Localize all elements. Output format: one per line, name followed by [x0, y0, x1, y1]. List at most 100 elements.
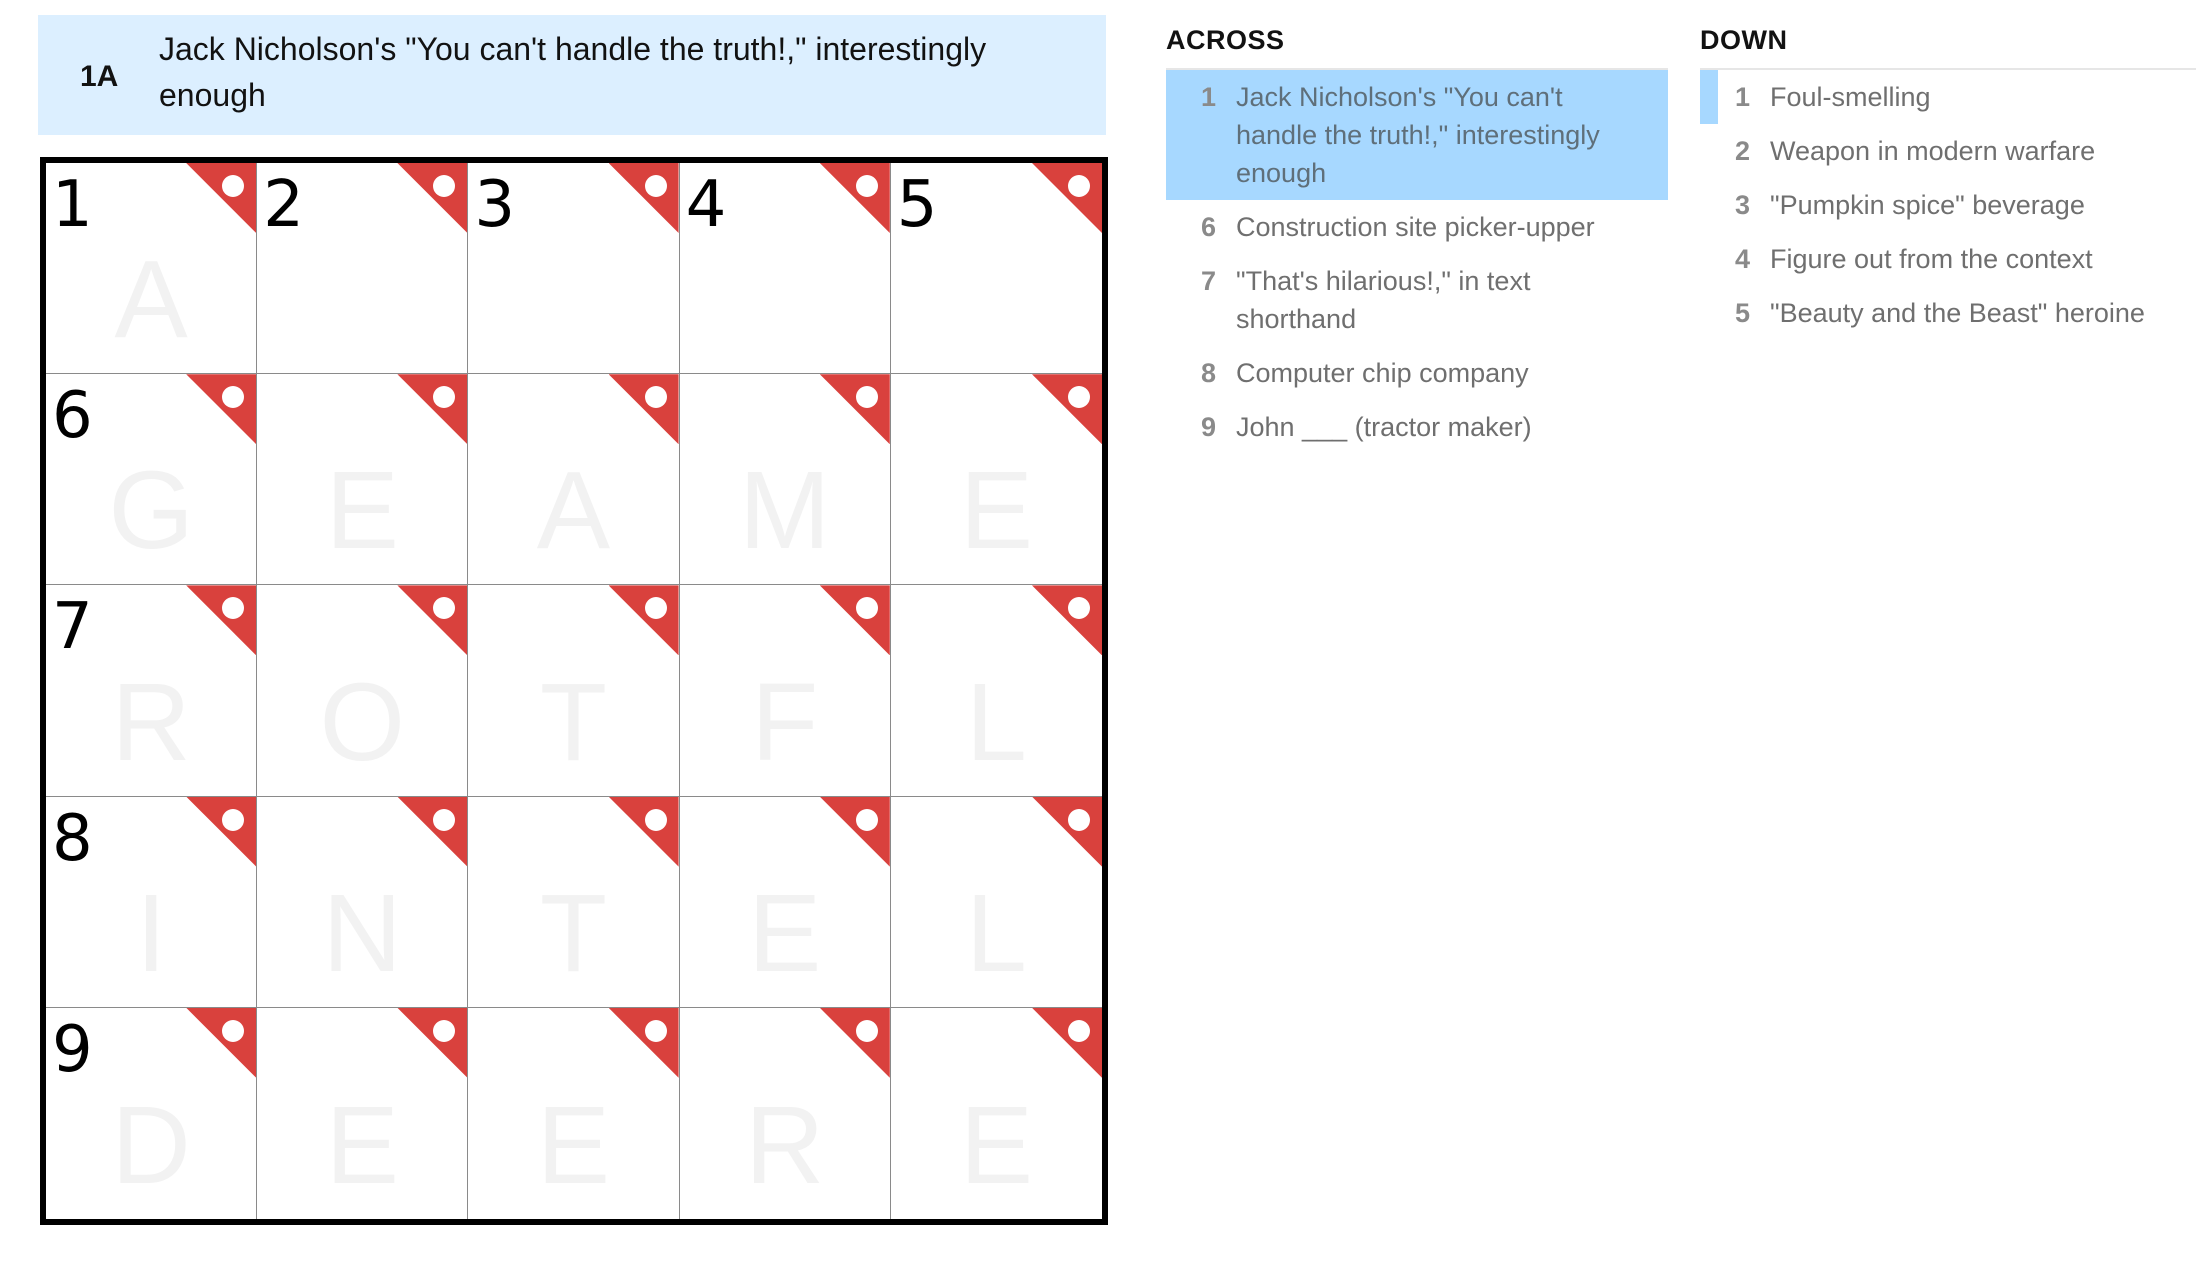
grid-cell[interactable]: 5	[890, 163, 1102, 375]
check-flag-icon	[608, 1007, 679, 1078]
grid-cell[interactable]: E	[890, 374, 1102, 586]
check-flag-icon	[186, 585, 257, 656]
flag-dot-icon	[433, 597, 456, 620]
flag-dot-icon	[433, 386, 456, 409]
down-clue-1[interactable]: 1 Foul-smelling	[1700, 70, 2196, 124]
grid-cell[interactable]: 3	[468, 163, 680, 375]
check-flag-icon	[397, 585, 468, 656]
grid-cell[interactable]: A1	[46, 163, 258, 375]
grid-cell[interactable]: D9	[46, 1007, 258, 1219]
cell-number: 1	[52, 168, 93, 242]
across-clue-1[interactable]: 1 Jack Nicholson's "You can't handle the …	[1166, 70, 1668, 200]
grid-cell[interactable]: R	[679, 1007, 891, 1219]
cell-letter: E	[959, 1083, 1034, 1207]
check-flag-icon	[186, 374, 257, 445]
flag-dot-icon	[222, 808, 245, 831]
flag-dot-icon	[644, 1019, 667, 1042]
clue-text: Construction site picker-upper	[1236, 212, 1595, 242]
grid-cell[interactable]: E	[679, 796, 891, 1008]
clue-number: 4	[1734, 244, 1750, 274]
grid-cell[interactable]: L	[890, 796, 1102, 1008]
grid-cell[interactable]: T	[468, 585, 680, 797]
check-flag-icon	[819, 1007, 890, 1078]
grid-cell[interactable]: 4	[679, 163, 891, 375]
across-clue-6[interactable]: 6 Construction site picker-upper	[1166, 200, 1668, 254]
flag-dot-icon	[644, 386, 667, 409]
across-clue-8[interactable]: 8 Computer chip company	[1166, 346, 1668, 400]
flag-dot-icon	[855, 386, 878, 409]
check-flag-icon	[397, 796, 468, 867]
grid-cell[interactable]: I8	[46, 796, 258, 1008]
check-flag-icon	[397, 1007, 468, 1078]
clue-number: 9	[1200, 412, 1216, 442]
flag-dot-icon	[222, 1019, 245, 1042]
cell-number: 9	[52, 1012, 93, 1087]
across-list-title: ACROSS	[1166, 20, 1668, 70]
grid-cell[interactable]: 2	[257, 163, 469, 375]
grid-cell[interactable]: T	[468, 796, 680, 1008]
cell-number: 8	[52, 801, 93, 876]
down-clue-5[interactable]: 5 "Beauty and the Beast" heroine	[1700, 286, 2196, 340]
grid-cell[interactable]: M	[679, 374, 891, 586]
clue-text: John ___ (tractor maker)	[1236, 412, 1532, 442]
across-clue-9[interactable]: 9 John ___ (tractor maker)	[1166, 400, 1668, 454]
clue-number: 6	[1200, 212, 1216, 242]
cell-letter: A	[114, 238, 188, 362]
check-flag-icon	[1031, 796, 1102, 867]
cell-letter: E	[748, 871, 822, 995]
check-flag-icon	[186, 796, 257, 867]
grid-cell[interactable]: O	[257, 585, 469, 797]
clue-number: 8	[1200, 358, 1216, 388]
cell-letter: E	[959, 449, 1034, 573]
cell-number: 3	[474, 168, 516, 242]
grid-cell[interactable]: L	[890, 585, 1102, 797]
cell-letter: E	[536, 1083, 611, 1207]
check-flag-icon	[608, 796, 679, 867]
grid-cell[interactable]: G6	[46, 374, 258, 586]
flag-dot-icon	[433, 175, 456, 197]
check-flag-icon	[397, 163, 468, 233]
cell-letter: L	[965, 871, 1027, 995]
down-clue-3[interactable]: 3 "Pumpkin spice" beverage	[1700, 178, 2196, 232]
crossword-grid: A12345G6EAMER7OTFLI8NTELD9EERE	[40, 157, 1108, 1225]
grid-cell[interactable]: R7	[46, 585, 258, 797]
check-flag-icon	[186, 163, 257, 233]
grid-cell[interactable]: N	[257, 796, 469, 1008]
flag-dot-icon	[644, 175, 667, 197]
flag-dot-icon	[433, 808, 456, 831]
cell-letter: T	[539, 871, 608, 995]
flag-dot-icon	[855, 597, 878, 620]
flag-dot-icon	[1067, 386, 1090, 409]
clue-text: "Pumpkin spice" beverage	[1770, 190, 2085, 220]
clue-number: 1	[1200, 82, 1216, 112]
cell-letter: E	[325, 449, 399, 573]
clue-text: Figure out from the context	[1770, 244, 2093, 274]
grid-cell[interactable]: E	[257, 374, 469, 586]
grid-cell[interactable]: E	[468, 1007, 680, 1219]
cell-number: 6	[52, 379, 93, 454]
current-clue-bar: 1A Jack Nicholson's "You can't handle th…	[38, 15, 1106, 135]
flag-dot-icon	[1067, 1019, 1090, 1042]
across-clue-7[interactable]: 7 "That's hilarious!," in text shorthand	[1166, 254, 1668, 346]
cell-letter: L	[965, 660, 1027, 784]
grid-cell[interactable]: E	[257, 1007, 469, 1219]
cell-letter: N	[322, 871, 402, 995]
check-flag-icon	[1031, 374, 1102, 445]
cell-number: 7	[52, 590, 93, 665]
grid-cell[interactable]: A	[468, 374, 680, 586]
grid-cell[interactable]: E	[890, 1007, 1102, 1219]
cell-letter: I	[135, 871, 167, 995]
down-clue-list: DOWN 1 Foul-smelling 2 Weapon in modern war…	[1700, 20, 2196, 340]
check-flag-icon	[819, 796, 890, 867]
flag-dot-icon	[855, 175, 878, 197]
down-clue-2[interactable]: 2 Weapon in modern warfare	[1700, 124, 2196, 178]
flag-dot-icon	[433, 1019, 456, 1042]
cell-letter: T	[539, 660, 608, 784]
down-clue-4[interactable]: 4 Figure out from the context	[1700, 232, 2196, 286]
flag-dot-icon	[222, 386, 245, 409]
clue-text: Foul-smelling	[1770, 82, 1931, 112]
clue-text: Weapon in modern warfare	[1770, 136, 2096, 166]
flag-dot-icon	[1067, 808, 1090, 831]
grid-cell[interactable]: F	[679, 585, 891, 797]
flag-dot-icon	[855, 1019, 878, 1042]
